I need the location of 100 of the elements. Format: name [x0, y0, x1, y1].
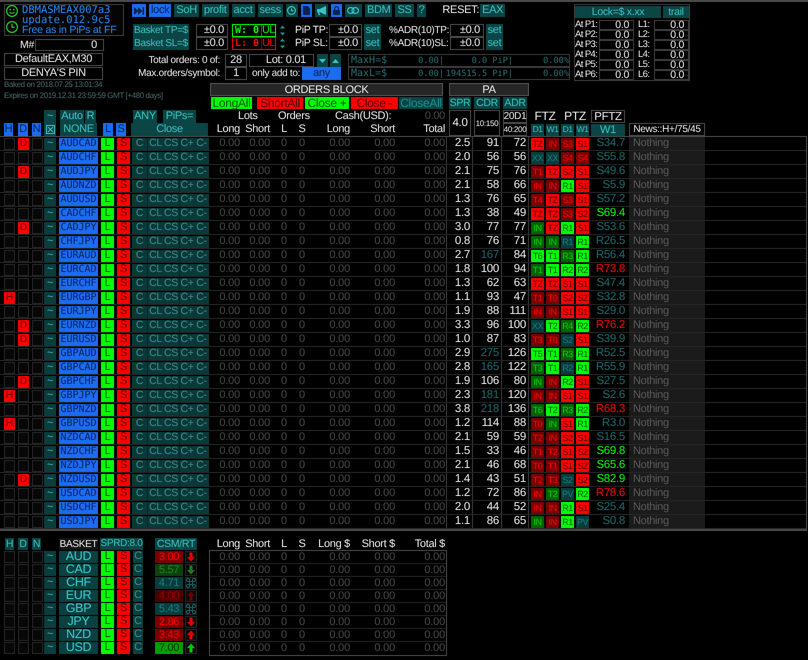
symbol-close-button[interactable]: C	[132, 446, 147, 458]
longs-close-button[interactable]: CL	[147, 208, 163, 220]
chart-button[interactable]: ~	[44, 564, 56, 576]
shorts-close-button[interactable]: CS	[163, 180, 179, 192]
sell-button[interactable]: S	[117, 306, 130, 318]
winners-close-button[interactable]: C+	[179, 152, 194, 164]
winners-close-button[interactable]: C+	[179, 516, 194, 528]
chart-button[interactable]: ~	[44, 152, 56, 164]
winners-close-button[interactable]: C+	[179, 166, 194, 178]
symbol-button[interactable]: AUDJPY	[59, 166, 98, 178]
basket-exit-button[interactable]: C	[133, 576, 143, 588]
buy-button[interactable]: L	[101, 138, 114, 150]
level-field[interactable]: 0.0	[654, 70, 689, 80]
timeframe-tab[interactable]: D1	[561, 124, 574, 136]
shorts-close-button[interactable]: CS	[163, 320, 179, 332]
toolbar-button[interactable]: lock	[149, 4, 172, 17]
chart-button[interactable]: ~	[44, 602, 56, 614]
buy-button[interactable]: L	[101, 390, 114, 402]
chart-button[interactable]: ~	[44, 278, 56, 290]
set-button[interactable]: set	[486, 24, 503, 37]
shorts-close-button[interactable]: CS	[163, 446, 179, 458]
symbol-button[interactable]: AUDCHF	[59, 152, 98, 164]
buy-button[interactable]: L	[101, 576, 114, 588]
chart-button[interactable]: ~	[44, 236, 56, 248]
set-button[interactable]: set	[364, 37, 381, 50]
longs-close-button[interactable]: CL	[147, 180, 163, 192]
sell-button[interactable]: S	[117, 432, 130, 444]
chart-button[interactable]: ~	[44, 628, 56, 640]
max-orders-field[interactable]: 1	[225, 67, 247, 80]
chart-button[interactable]: ~	[44, 376, 56, 388]
filter-button[interactable]: Close	[131, 123, 208, 136]
shorts-close-button[interactable]: CS	[163, 138, 179, 150]
shorts-close-button[interactable]: CS	[163, 152, 179, 164]
buy-button[interactable]: L	[101, 550, 114, 562]
symbol-close-button[interactable]: C	[132, 516, 147, 528]
order-action-button[interactable]: CloseAll	[399, 97, 443, 109]
longs-close-button[interactable]: CL	[147, 516, 163, 528]
shorts-close-button[interactable]: CS	[163, 306, 179, 318]
sell-button[interactable]: S	[117, 628, 130, 640]
losers-close-button[interactable]: C-	[194, 488, 209, 500]
chart-button[interactable]: ~	[44, 292, 56, 304]
buy-button[interactable]: L	[101, 432, 114, 444]
lock-amount-button[interactable]: Lock=$ x.xx	[575, 6, 661, 18]
winners-close-button[interactable]: C+	[179, 474, 194, 486]
shorts-close-button[interactable]: CS	[163, 418, 179, 430]
flag-filter-button[interactable]: D	[18, 538, 28, 550]
sell-button[interactable]: S	[117, 250, 130, 262]
sell-button[interactable]: S	[117, 138, 130, 150]
symbol-button[interactable]: GBPCAD	[59, 362, 98, 374]
basket-value-field[interactable]: ±0.0	[196, 37, 228, 50]
longs-close-button[interactable]: CL	[147, 166, 163, 178]
buy-button[interactable]: L	[101, 418, 114, 430]
order-action-button[interactable]: Close -	[351, 97, 398, 109]
symbol-button[interactable]: EURAUD	[59, 250, 98, 262]
chart-button[interactable]: ~	[44, 550, 56, 562]
symbol-button[interactable]: EURCHF	[59, 278, 98, 290]
winners-close-button[interactable]: C+	[179, 460, 194, 472]
flag-filter-button[interactable]: N	[32, 538, 41, 550]
lot-increase-button[interactable]	[330, 54, 341, 67]
filter-button[interactable]	[44, 123, 56, 136]
chart-button[interactable]: ~	[44, 590, 56, 602]
filter-button[interactable]: N	[32, 123, 41, 136]
chart-button[interactable]: ~	[44, 334, 56, 346]
buy-button[interactable]: L	[101, 474, 114, 486]
chart-button[interactable]: ~	[44, 404, 56, 416]
symbol-button[interactable]: CADJPY	[59, 222, 98, 234]
losers-close-button[interactable]: C-	[194, 432, 209, 444]
symbol-close-button[interactable]: C	[132, 250, 147, 262]
longs-close-button[interactable]: CL	[147, 292, 163, 304]
buy-button[interactable]: L	[101, 180, 114, 192]
level-field[interactable]: 0.0	[654, 40, 689, 50]
losers-close-button[interactable]: C-	[194, 516, 209, 528]
toolbar-button[interactable]	[300, 4, 312, 17]
winners-close-button[interactable]: C+	[179, 446, 194, 458]
symbol-button[interactable]: EURJPY	[59, 306, 98, 318]
buy-button[interactable]: L	[101, 334, 114, 346]
winners-close-button[interactable]: C+	[179, 432, 194, 444]
level-field[interactable]: 0.0	[654, 30, 689, 40]
symbol-close-button[interactable]: C	[132, 166, 147, 178]
shorts-close-button[interactable]: CS	[163, 460, 179, 472]
symbol-close-button[interactable]: C	[132, 432, 147, 444]
buy-button[interactable]: L	[101, 306, 114, 318]
buy-button[interactable]: L	[101, 590, 114, 602]
toolbar-button[interactable]	[344, 4, 362, 17]
winners-close-button[interactable]: C+	[179, 502, 194, 514]
losers-close-button[interactable]: C-	[194, 138, 209, 150]
buy-button[interactable]: L	[101, 642, 114, 654]
unit-toggle[interactable]: UL	[261, 38, 275, 49]
stepper-icon[interactable]	[280, 25, 285, 36]
symbol-close-button[interactable]: C	[132, 320, 147, 332]
filter-button[interactable]: D	[18, 123, 28, 136]
sell-button[interactable]: S	[117, 446, 130, 458]
level-field[interactable]: 0.0	[599, 40, 634, 50]
pip-target-field[interactable]: ±0.0	[329, 24, 362, 37]
losers-close-button[interactable]: C-	[194, 166, 209, 178]
symbol-close-button[interactable]: C	[132, 488, 147, 500]
winners-close-button[interactable]: C+	[179, 138, 194, 150]
winners-close-button[interactable]: C+	[179, 362, 194, 374]
symbol-button[interactable]: EURNZD	[59, 320, 98, 332]
currency-button[interactable]: CHF	[59, 576, 98, 588]
